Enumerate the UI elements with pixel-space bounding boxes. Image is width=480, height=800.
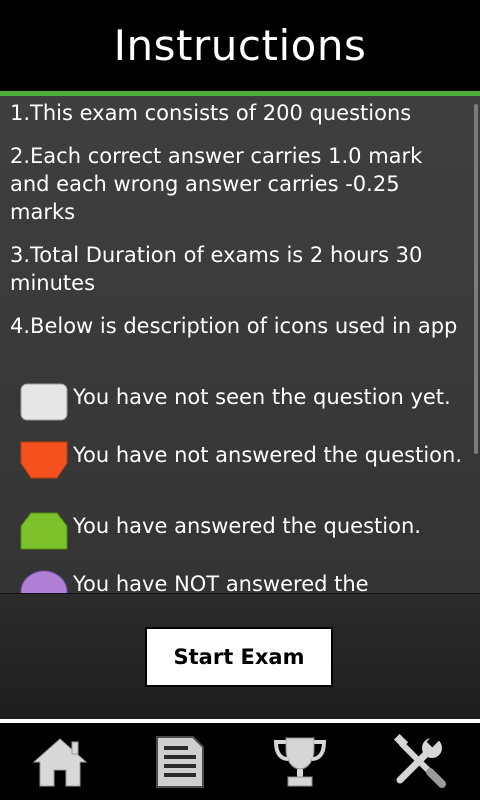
instruction-4: 4.Below is description of icons used in … (10, 314, 458, 338)
instruction-2: 2.Each correct answer carries 1.0 mark a… (10, 144, 423, 224)
app-header: Instructions (0, 0, 480, 91)
instructions-panel[interactable]: 1.This exam consists of 200 questions 2.… (0, 96, 480, 593)
legend-label: You have not seen the question yet. (73, 385, 451, 409)
legend-item-not-answered: You have not answered the question. (20, 441, 470, 501)
legend-label: You have not answered the question. (73, 443, 462, 467)
legend-item-answered: You have answered the question. (20, 512, 470, 572)
purple-circle-icon (20, 570, 68, 593)
tab-settings[interactable] (360, 723, 480, 800)
legend-label: You have answered the question. (73, 514, 421, 538)
green-hexagon-icon (20, 512, 68, 550)
home-icon (32, 737, 88, 786)
scrollbar[interactable] (474, 104, 478, 454)
document-icon (156, 735, 204, 788)
trophy-icon (273, 737, 327, 786)
legend-item-not-seen: You have not seen the question yet. (20, 383, 470, 443)
tab-trophy[interactable] (240, 723, 360, 800)
tools-icon (393, 733, 446, 788)
instruction-3: 3.Total Duration of exams is 2 hours 30 … (10, 243, 423, 295)
tab-home[interactable] (0, 723, 120, 800)
action-area: Start Exam (0, 594, 480, 719)
white-square-icon (20, 383, 68, 421)
orange-shield-icon (20, 441, 68, 479)
instruction-1: 1.This exam consists of 200 questions (10, 101, 412, 125)
legend-label: You have NOT answered the question. (73, 572, 369, 593)
page-title: Instructions (113, 21, 367, 70)
bottom-tab-bar (0, 723, 480, 800)
tab-document[interactable] (120, 723, 240, 800)
legend-item-not-answered-marked: You have NOT answered the question. (20, 570, 470, 593)
start-exam-button[interactable]: Start Exam (145, 627, 333, 687)
